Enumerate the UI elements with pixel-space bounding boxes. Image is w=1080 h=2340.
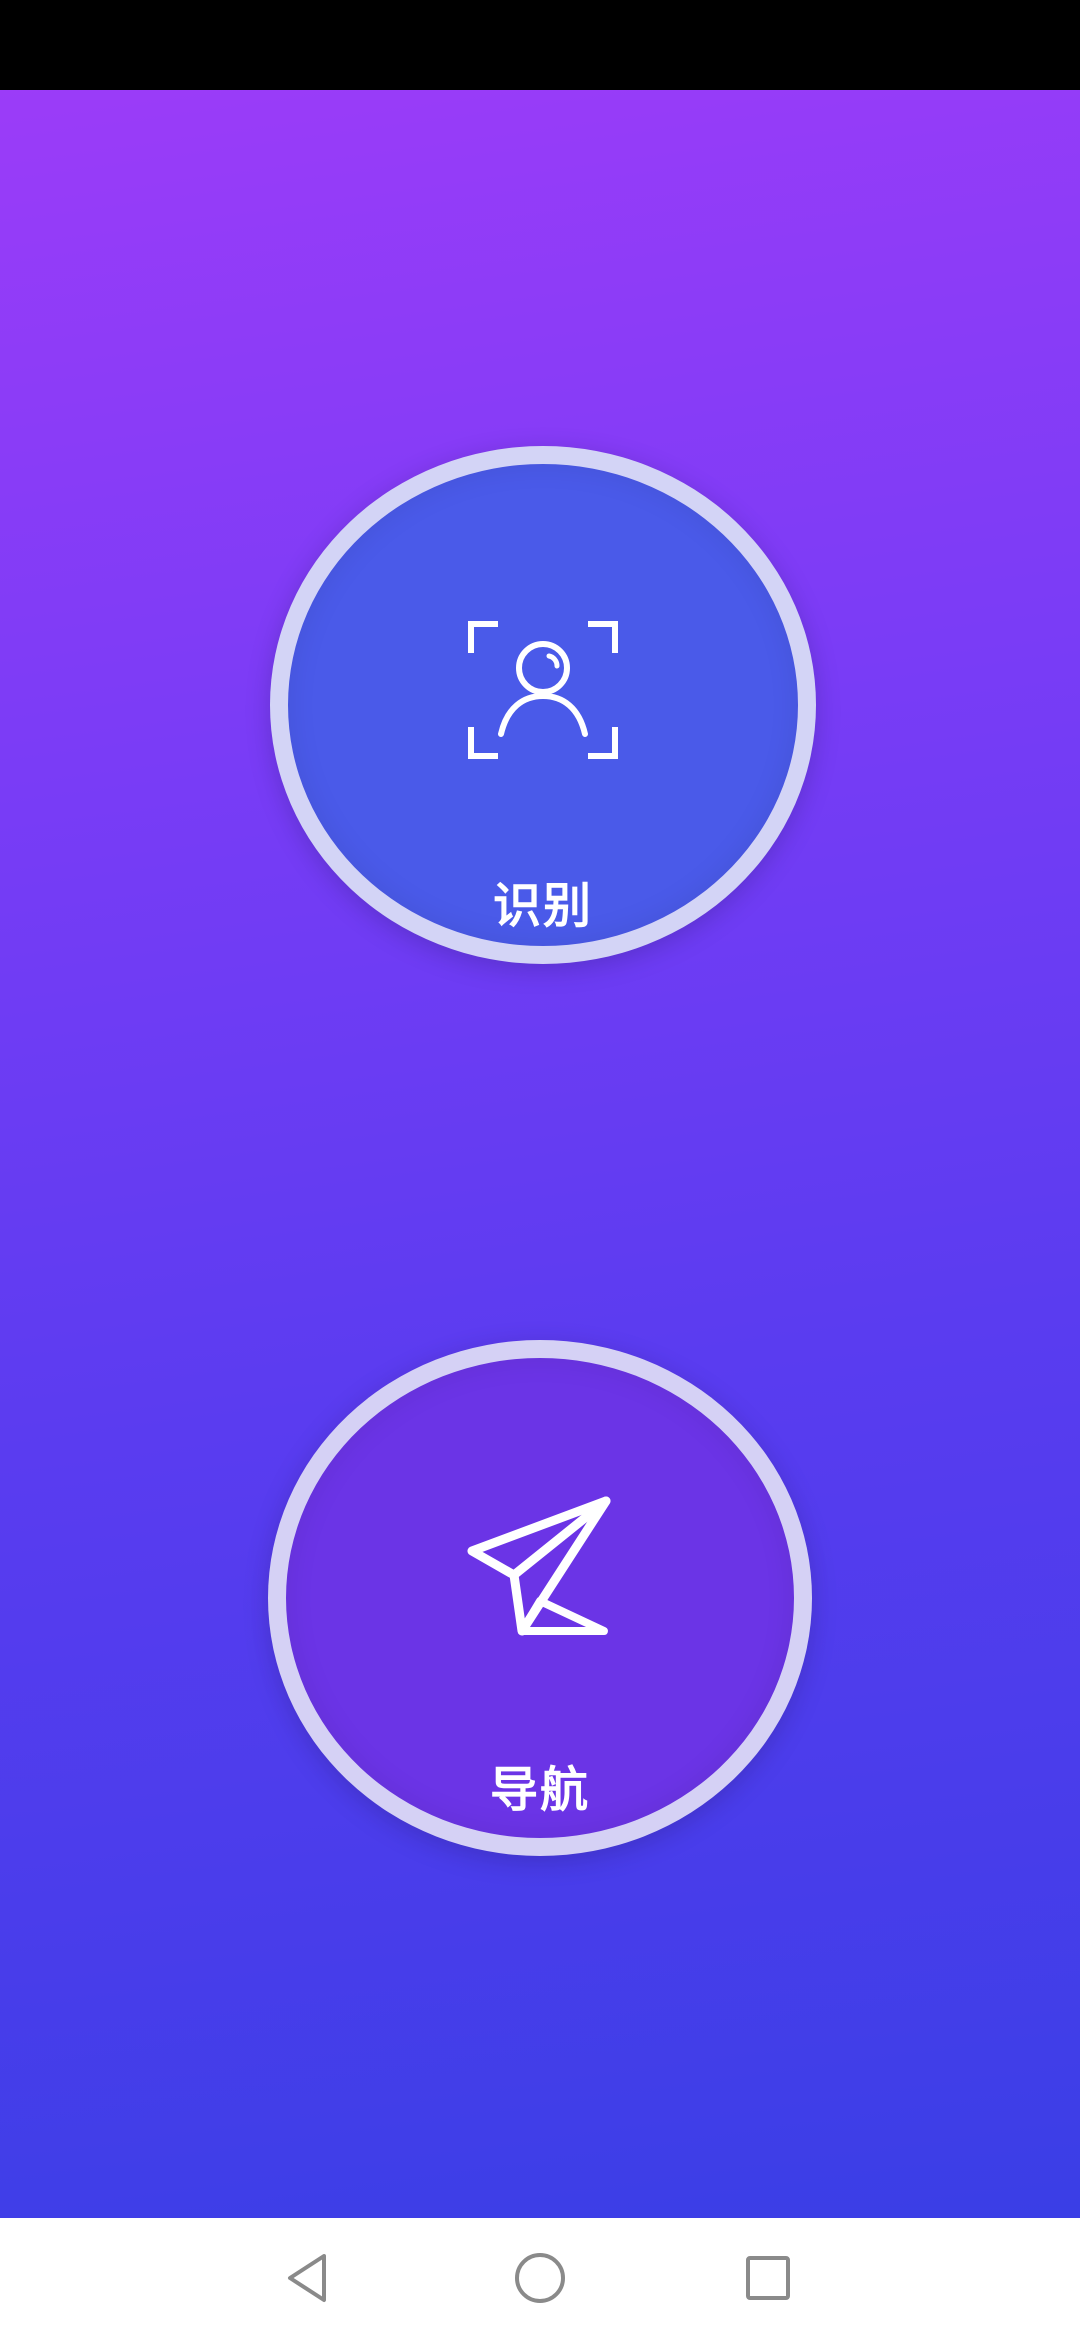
navigate-label: 导航 xyxy=(489,1762,590,1818)
home-circle-icon[interactable] xyxy=(508,2246,572,2310)
recents-square-icon[interactable] xyxy=(736,2246,800,2310)
recognize-label: 识别 xyxy=(492,878,593,934)
paper-plane-icon xyxy=(462,1493,618,1647)
status-bar xyxy=(0,0,1080,90)
system-navigation-bar xyxy=(0,2218,1080,2340)
face-scan-icon xyxy=(463,616,623,768)
recognize-button[interactable]: 识别 xyxy=(270,446,816,964)
navigate-button[interactable]: 导航 xyxy=(268,1340,812,1856)
back-triangle-icon[interactable] xyxy=(276,2246,340,2310)
main-screen: 识别 导航 xyxy=(0,90,1080,2218)
